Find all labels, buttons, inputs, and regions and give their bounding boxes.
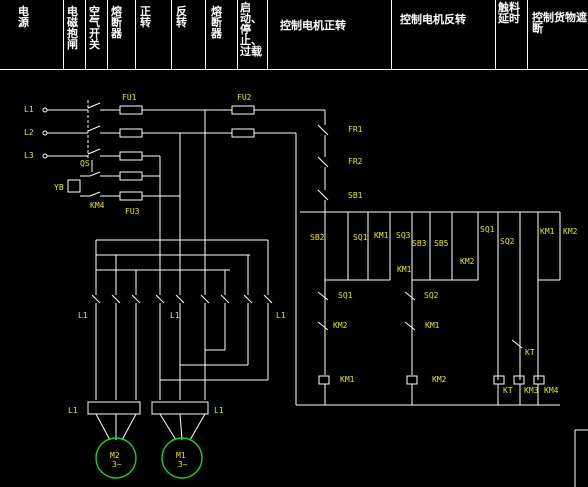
label-km1a: KM1	[374, 231, 389, 240]
circuit-schematic: L1 L2 L3 FU1 FU2 FU3 QS YB KM4 FR1 FR2 S…	[24, 93, 588, 487]
label-motor-l1-d: L1	[68, 406, 78, 415]
label-sb3: SB3	[412, 239, 427, 248]
label-l3: L3	[24, 151, 34, 160]
label-sb1: SB1	[348, 191, 363, 200]
label-sq1b: SQ1	[480, 225, 495, 234]
label-motor-l1-b: L1	[170, 311, 180, 320]
label-kt-coil: KT	[503, 386, 513, 395]
label-sq1c: SQ1	[338, 291, 353, 300]
label-m2-sub: 3~	[112, 460, 122, 469]
label-m1: M1	[176, 451, 186, 460]
label-km2b: KM2	[563, 227, 578, 236]
label-km2-coil: KM2	[432, 375, 447, 384]
label-km1d: KM1	[425, 321, 440, 330]
label-km1-coil: KM1	[340, 375, 355, 384]
label-motor-l1-a: L1	[78, 311, 88, 320]
label-m1-sub: 3~	[178, 460, 188, 469]
label-km1b: KM1	[540, 227, 555, 236]
label-sq2b: SQ2	[424, 291, 439, 300]
label-fu1: FU1	[122, 93, 137, 102]
power-bus	[95, 110, 269, 295]
label-fu2: FU2	[237, 93, 252, 102]
label-kt: KT	[525, 348, 535, 357]
label-km3-coil: KM3	[524, 386, 539, 395]
label-sq3a: SQ3	[396, 231, 411, 240]
label-motor-l1-c: L1	[276, 311, 286, 320]
label-l2: L2	[24, 128, 34, 137]
motor-terminals	[87, 401, 209, 441]
label-yb: YB	[54, 183, 64, 192]
label-km1c: KM1	[397, 265, 412, 274]
label-km2c: KM2	[460, 257, 475, 266]
label-motor-l1-e: L1	[214, 406, 224, 415]
label-sb5: SB5	[434, 239, 449, 248]
label-sq1a: SQ1	[353, 233, 368, 242]
diagram-canvas: { "header": { "cells": [ {"id":"power","…	[0, 0, 588, 487]
fuse-fu1	[119, 105, 232, 161]
label-fu3: FU3	[125, 207, 140, 216]
main-contacts	[91, 294, 273, 400]
power-inputs	[42, 100, 120, 160]
label-fr1: FR1	[348, 125, 363, 134]
label-km4-coil: KM4	[544, 386, 559, 395]
label-km4-left: KM4	[90, 201, 105, 210]
label-sq2a: SQ2	[500, 237, 515, 246]
label-l1: L1	[24, 105, 34, 114]
label-m2: M2	[110, 451, 120, 460]
label-fr2: FR2	[348, 157, 363, 166]
schematic-labels: L1 L2 L3 FU1 FU2 FU3 QS YB KM4 FR1 FR2 S…	[24, 93, 578, 469]
label-qs: QS	[80, 159, 90, 168]
label-sb2: SB2	[310, 233, 325, 242]
label-km2d: KM2	[333, 321, 348, 330]
